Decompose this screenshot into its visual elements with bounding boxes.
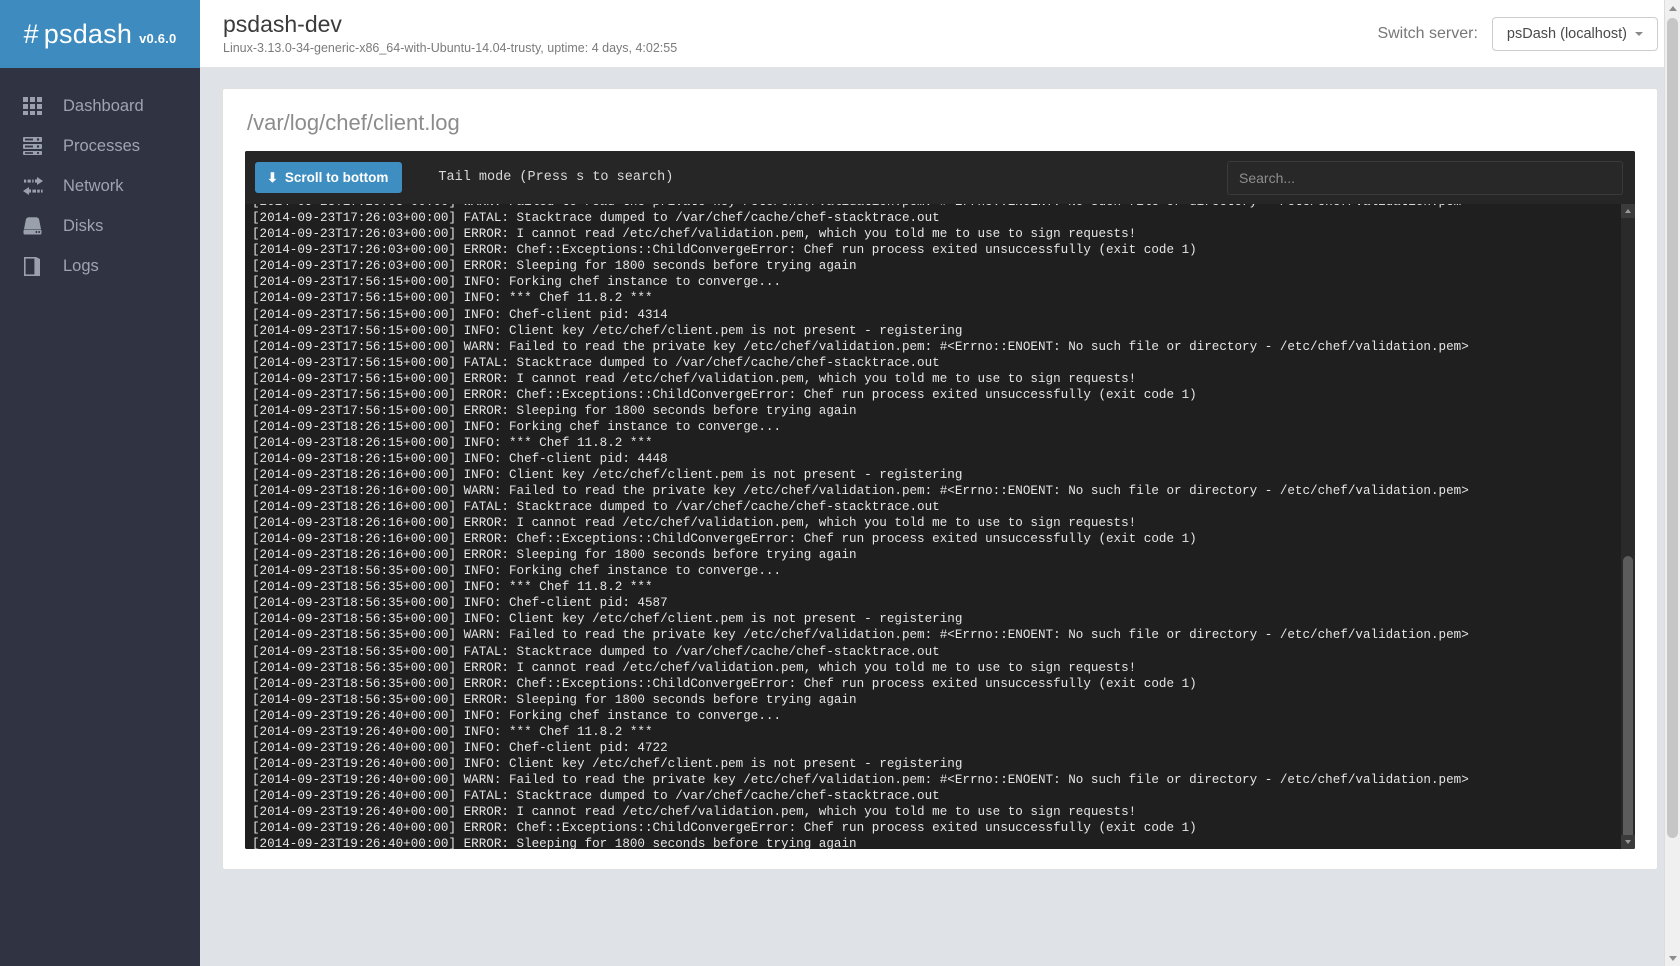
sidebar-item-label: Logs — [63, 256, 99, 275]
sidebar: # psdash v0.6.0 Dashboard Processes Netw… — [0, 0, 200, 966]
log-scroll-viewport[interactable]: [2014-09-23T17:26:03+00:00] WARN: Failed… — [245, 204, 1635, 849]
server-select-value: psDash (localhost) — [1506, 25, 1627, 42]
brand-version: v0.6.0 — [139, 30, 177, 46]
sidebar-item-label: Disks — [63, 216, 104, 235]
scroll-to-bottom-button[interactable]: ⬇ Scroll to bottom — [255, 161, 403, 194]
arrow-down-icon: ⬇ — [267, 170, 278, 186]
triangle-up-icon — [1668, 5, 1677, 11]
scroll-to-bottom-label: Scroll to bottom — [284, 169, 389, 185]
page-scrollbar[interactable] — [1664, 0, 1680, 966]
triangle-down-icon — [1668, 955, 1677, 961]
page-scrollbar-down-button[interactable] — [1665, 950, 1680, 966]
log-content: [2014-09-23T17:26:03+00:00] WARN: Failed… — [252, 204, 1469, 849]
sidebar-nav: Dashboard Processes Network Disks Logs — [0, 68, 200, 286]
sidebar-item-dashboard[interactable]: Dashboard — [0, 86, 200, 126]
grid-icon — [23, 95, 49, 117]
page-title: psdash-dev — [223, 10, 342, 37]
network-arrows-icon — [23, 175, 49, 197]
scrollbar-up-button[interactable] — [1621, 204, 1635, 219]
brand-name: psdash — [43, 18, 133, 49]
log-toolbar: ⬇ Scroll to bottom Tail mode (Press s to… — [245, 151, 1635, 205]
hash-icon: # — [23, 18, 39, 49]
page-scrollbar-up-button[interactable] — [1665, 0, 1680, 16]
sidebar-item-disks[interactable]: Disks — [0, 206, 200, 246]
search-input[interactable] — [1227, 160, 1623, 195]
content-area: /var/log/chef/client.log ⬇ Scroll to bot… — [200, 68, 1680, 966]
page-scrollbar-thumb[interactable] — [1667, 18, 1678, 838]
brand-logo[interactable]: # psdash v0.6.0 — [0, 0, 200, 68]
sidebar-item-logs[interactable]: Logs — [0, 246, 200, 286]
scrollbar-down-button[interactable] — [1621, 835, 1635, 849]
log-scrollbar-thumb[interactable] — [1623, 556, 1633, 849]
sidebar-item-processes[interactable]: Processes — [0, 126, 200, 166]
server-select-button[interactable]: psDash (localhost) — [1491, 16, 1658, 51]
sidebar-item-label: Network — [63, 176, 124, 195]
triangle-down-icon — [1625, 840, 1631, 844]
hard-disk-icon — [23, 215, 49, 237]
log-file-path: /var/log/chef/client.log — [247, 110, 460, 135]
switch-server-label: Switch server: — [1377, 24, 1478, 42]
search-wrapper — [1227, 160, 1623, 195]
book-icon — [23, 255, 49, 277]
top-header: psdash-dev Linux-3.13.0-34-generic-x86_6… — [200, 0, 1680, 68]
triangle-up-icon — [1625, 209, 1631, 214]
sidebar-item-label: Dashboard — [63, 96, 144, 115]
host-meta: Linux-3.13.0-34-generic-x86_64-with-Ubun… — [223, 41, 678, 56]
tail-mode-status: Tail mode (Press s to search) — [438, 170, 674, 186]
chevron-down-icon — [1635, 31, 1643, 36]
host-info: psdash-dev Linux-3.13.0-34-generic-x86_6… — [223, 10, 678, 56]
app-root: # psdash v0.6.0 Dashboard Processes Netw… — [0, 0, 1680, 966]
sidebar-item-label: Processes — [63, 136, 141, 155]
log-panel: /var/log/chef/client.log ⬇ Scroll to bot… — [222, 88, 1658, 870]
log-scrollbar[interactable] — [1621, 204, 1635, 849]
server-switcher: Switch server: psDash (localhost) — [1377, 16, 1658, 51]
main-area: psdash-dev Linux-3.13.0-34-generic-x86_6… — [200, 0, 1680, 966]
log-viewer: ⬇ Scroll to bottom Tail mode (Press s to… — [245, 151, 1635, 849]
sidebar-item-network[interactable]: Network — [0, 166, 200, 206]
server-stack-icon — [23, 135, 49, 157]
